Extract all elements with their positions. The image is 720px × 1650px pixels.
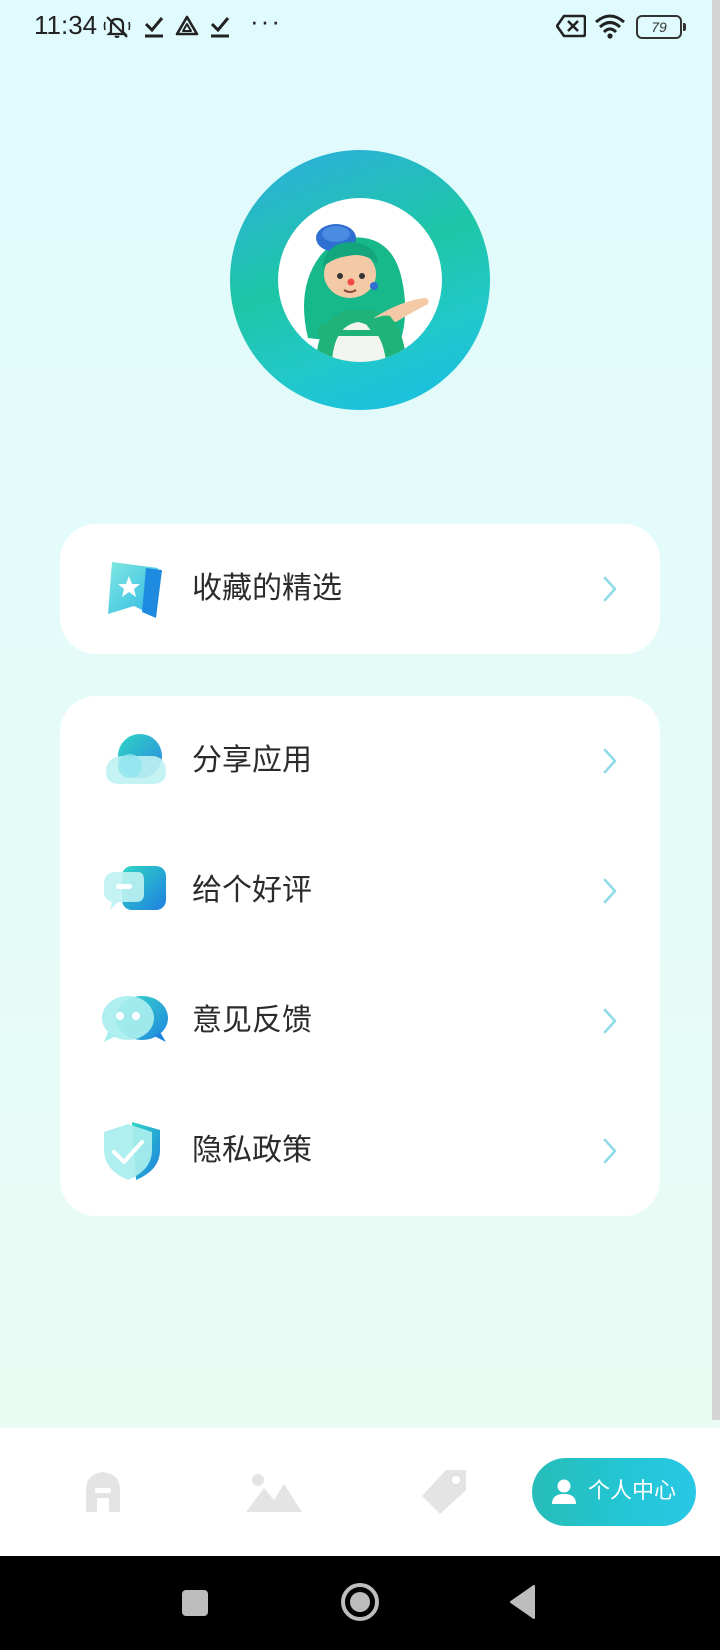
wifi-icon (594, 12, 626, 44)
status-bar: 11:34 ··· 79 (0, 0, 720, 54)
check-icon (142, 12, 166, 46)
menu-item-label: 隐私政策 (192, 1133, 312, 1168)
menu-item-label: 分享应用 (192, 743, 312, 778)
favorites-label: 收藏的精选 (192, 571, 342, 606)
menu-item-label: 意见反馈 (192, 1003, 312, 1038)
share-bubble-icon (100, 728, 170, 794)
recent-apps-button[interactable] (180, 1588, 210, 1622)
menu-item-rating[interactable]: 给个好评 (60, 826, 660, 956)
person-icon (550, 1478, 578, 1506)
mute-icon (102, 12, 132, 46)
chevron-right-icon (602, 877, 618, 905)
nav-image-mountain-icon[interactable] (244, 1468, 304, 1518)
bottom-nav: 个人中心 (0, 1428, 720, 1556)
battery-icon: 79 (636, 15, 686, 39)
menu-card: 分享应用 给个好评 意见反馈 隐私政策 (60, 696, 660, 1216)
chevron-right-icon (602, 747, 618, 775)
favorites-card: 收藏的精选 (60, 524, 660, 654)
chevron-right-icon (602, 1137, 618, 1165)
nav-home-icon[interactable] (78, 1468, 138, 1518)
rating-chat-icon (100, 858, 170, 924)
nav-tag-icon[interactable] (420, 1468, 480, 1518)
bookmark-star-icon (100, 556, 170, 622)
menu-item-privacy[interactable]: 隐私政策 (60, 1086, 660, 1216)
sim-x-icon (555, 14, 587, 42)
more-dots-icon: ··· (250, 6, 282, 36)
chevron-right-icon (602, 575, 618, 603)
check-icon (208, 12, 232, 46)
feedback-chat-icon (100, 988, 170, 1054)
home-button[interactable] (340, 1582, 380, 1626)
shield-check-icon (100, 1118, 170, 1184)
triangle-logo-icon (174, 12, 200, 46)
favorites-row[interactable]: 收藏的精选 (60, 524, 660, 654)
avatar-illustration (278, 198, 442, 362)
menu-item-feedback[interactable]: 意见反馈 (60, 956, 660, 1086)
menu-item-share[interactable]: 分享应用 (60, 696, 660, 826)
system-nav-bar (0, 1556, 720, 1650)
chevron-right-icon (602, 1007, 618, 1035)
status-time: 11:34 (34, 10, 98, 40)
back-button[interactable] (508, 1584, 538, 1624)
nav-profile-button[interactable]: 个人中心 (532, 1458, 696, 1526)
scrollbar[interactable] (712, 0, 720, 1420)
avatar[interactable] (230, 150, 490, 410)
menu-item-label: 给个好评 (192, 873, 312, 908)
nav-profile-label: 个人中心 (588, 1479, 677, 1504)
